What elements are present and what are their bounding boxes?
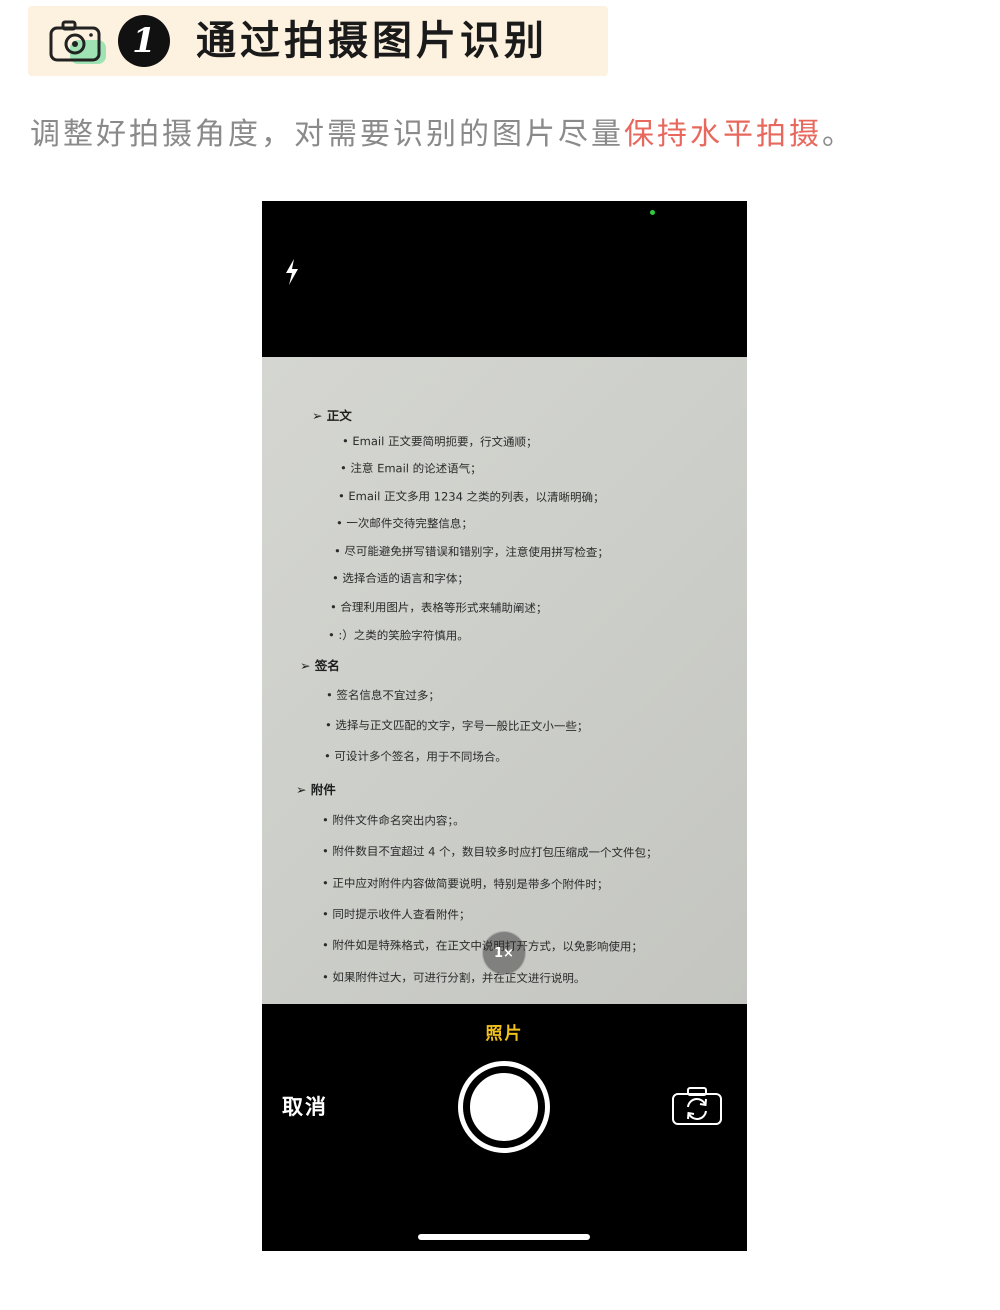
- document-list-item: • 一次邮件交待完整信息；: [335, 516, 473, 531]
- flash-icon[interactable]: [282, 257, 302, 287]
- document-list-item: • :）之类的笑脸字符慎用。: [327, 628, 469, 643]
- document-heading: ➢ 签名: [299, 658, 340, 674]
- document-list-item: • 选择与正文匹配的文字，字号一般比正文小一些；: [324, 718, 589, 734]
- step-number-badge: 1: [118, 15, 170, 67]
- cancel-button[interactable]: 取消: [282, 1091, 328, 1121]
- document-list-item: • 可设计多个签名，用于不同场合。: [323, 749, 507, 764]
- document-list-item: • 合理利用图片，表格等形式来辅助阐述；: [329, 600, 548, 616]
- document-list-item: • Email 正文要简明扼要，行文通顺；: [341, 434, 538, 450]
- document-list-item: • 尽可能避免拼写错误和错别字，注意使用拼写检查；: [333, 544, 609, 560]
- document-heading: ➢ 附件: [295, 782, 336, 798]
- home-indicator[interactable]: [418, 1234, 590, 1240]
- document-list-item: • 注意 Email 的论述语气；: [339, 461, 482, 476]
- document-heading: ➢ 正文: [311, 408, 352, 424]
- instruction-highlight: 保持水平拍摄: [624, 117, 822, 152]
- document-list-item: • Email 正文多用 1234 之类的列表，以清晰明确；: [337, 489, 605, 505]
- instruction-text-before: 调整好拍摄角度，对需要识别的图片尽量: [30, 117, 624, 152]
- camera-flip-icon[interactable]: [670, 1085, 724, 1127]
- camera-indicator-dot: [650, 210, 655, 215]
- instruction-text-after: 。: [822, 117, 855, 152]
- camera-screen: ➢ 正文 • Email 正文要简明扼要，行文通顺； • 注意 Email 的论述语…: [262, 201, 747, 1251]
- document-list-item: • 选择合适的语言和字体；: [331, 571, 469, 586]
- page-title: 通过拍摄图片识别: [196, 18, 548, 64]
- document-list-item: • 如果附件过大，可进行分割，并在正文进行说明。: [321, 970, 586, 986]
- shutter-inner: [468, 1071, 540, 1143]
- instruction-text: 调整好拍摄角度，对需要识别的图片尽量保持水平拍摄。: [30, 110, 855, 160]
- document-list-item: • 附件数目不宜超过 4 个，数目较多时应打包压缩成一个文件包；: [321, 844, 658, 860]
- document-list-item: • 附件文件命名突出内容；。: [321, 813, 465, 828]
- document-list-item: • 正中应对附件内容做简要说明，特别是带多个附件时；: [321, 876, 609, 892]
- shutter-button[interactable]: [458, 1061, 550, 1153]
- mode-label-photo[interactable]: 照片: [262, 1019, 747, 1044]
- camera-viewfinder[interactable]: ➢ 正文 • Email 正文要简明扼要，行文通顺； • 注意 Email 的论述语…: [262, 357, 747, 1004]
- camera-icon: [48, 18, 108, 68]
- zoom-button[interactable]: 1×: [482, 931, 526, 975]
- document-list-item: • 同时提示收件人查看附件；: [321, 907, 471, 922]
- document-list-item: • 签名信息不宜过多；: [325, 688, 440, 703]
